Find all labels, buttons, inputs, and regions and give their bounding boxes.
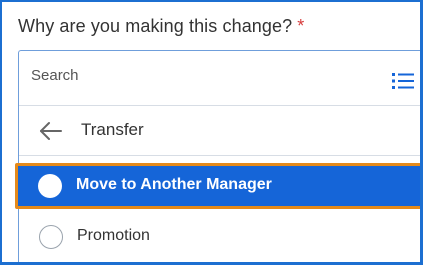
option-label: Promotion (77, 227, 150, 244)
option-label: Move to Another Manager (76, 176, 272, 193)
list-icon[interactable] (391, 71, 415, 91)
back-to-parent-button[interactable]: Transfer (19, 106, 420, 156)
radio-selected-icon[interactable] (38, 174, 62, 198)
category-label: Transfer (81, 120, 144, 139)
option-move-to-another-manager[interactable]: Move to Another Manager (15, 163, 420, 209)
search-input[interactable] (31, 67, 361, 84)
selection-dropdown: Transfer Move to Another Manager Promoti… (15, 50, 420, 262)
question-label: Why are you making this change? * (18, 16, 304, 37)
required-asterisk: * (297, 16, 305, 36)
question-text: Why are you making this change? (18, 16, 293, 36)
radio-unselected-icon[interactable] (39, 225, 63, 249)
prompt-panel: Why are you making this change? * Search… (0, 0, 423, 265)
option-promotion[interactable]: Promotion (19, 217, 420, 261)
search-row (19, 51, 420, 106)
arrow-left-icon[interactable] (39, 121, 63, 141)
